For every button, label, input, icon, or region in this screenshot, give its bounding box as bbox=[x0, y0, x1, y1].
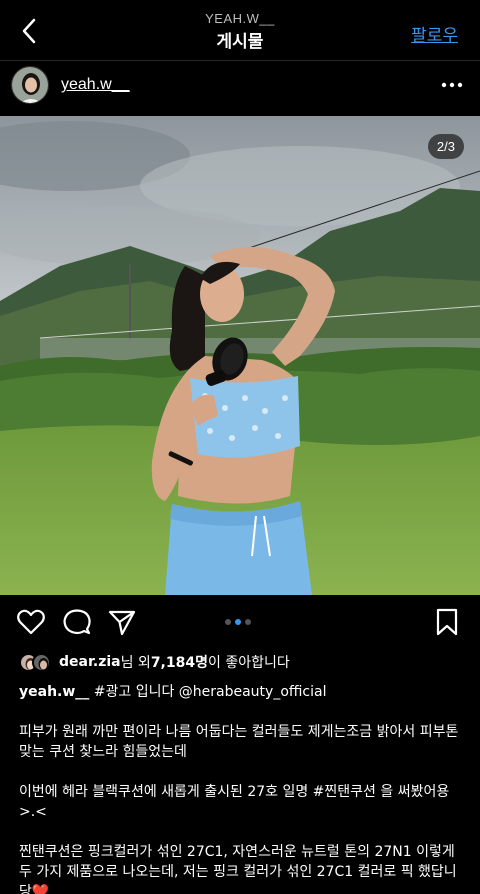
top-bar: YEAH.W__ 게시물 팔로우 bbox=[0, 0, 480, 62]
avatar[interactable] bbox=[11, 66, 49, 104]
post-username[interactable]: yeah.w__ bbox=[61, 76, 130, 94]
photo-illustration bbox=[0, 116, 480, 595]
bookmark-icon[interactable] bbox=[432, 607, 462, 637]
post-header: yeah.w__ bbox=[0, 62, 480, 114]
liker-avatar bbox=[32, 652, 51, 672]
follow-button[interactable]: 팔로우 bbox=[411, 21, 458, 46]
post-caption: yeah.w__ #광고 입니다 @herabeauty_official 피부… bbox=[19, 682, 469, 894]
carousel-dot bbox=[245, 619, 251, 625]
send-icon[interactable] bbox=[107, 607, 137, 637]
likes-row[interactable]: dear.zia 님 외 7,184명 이 좋아합니다 bbox=[19, 651, 290, 673]
header-username: YEAH.W__ bbox=[205, 11, 275, 26]
caption-username[interactable]: yeah.w__ bbox=[19, 684, 89, 700]
carousel-dots bbox=[225, 619, 251, 625]
caption-first-line: yeah.w__ #광고 입니다 @herabeauty_official bbox=[19, 682, 469, 702]
comment-icon[interactable] bbox=[62, 607, 92, 637]
heart-icon[interactable] bbox=[16, 607, 46, 637]
image-counter: 2/3 bbox=[427, 134, 464, 159]
caption-paragraph-1: 피부가 원래 까만 편이라 나름 어둡다는 컬러들도 제게는조금 밝아서 피부톤… bbox=[19, 724, 459, 760]
caption-paragraph-2: 이번에 헤라 블랙쿠션에 새롭게 출시된 27호 일명 #찐탠쿠션 을 써봤어용… bbox=[19, 784, 450, 820]
caption-tags[interactable]: #광고 입니다 @herabeauty_official bbox=[94, 684, 327, 700]
header-titles: YEAH.W__ 게시물 bbox=[0, 11, 480, 52]
header-divider bbox=[0, 60, 480, 61]
more-icon[interactable] bbox=[438, 74, 466, 96]
caption-paragraph-3: 찐탠쿠션은 핑크컬러가 섞인 27C1, 자연스러운 뉴트럴 톤의 27N1 이… bbox=[19, 844, 457, 894]
liker-name[interactable]: dear.zia bbox=[59, 654, 121, 670]
post-photo[interactable]: 2/3 bbox=[0, 116, 480, 595]
likes-mid-text: 님 외 bbox=[120, 655, 151, 671]
page-title: 게시물 bbox=[216, 32, 264, 52]
carousel-dot bbox=[225, 619, 231, 625]
likes-suffix-text: 이 좋아합니다 bbox=[207, 655, 290, 671]
carousel-dot-active bbox=[235, 619, 241, 625]
likes-count[interactable]: 7,184명 bbox=[151, 652, 208, 672]
action-bar bbox=[0, 603, 480, 643]
